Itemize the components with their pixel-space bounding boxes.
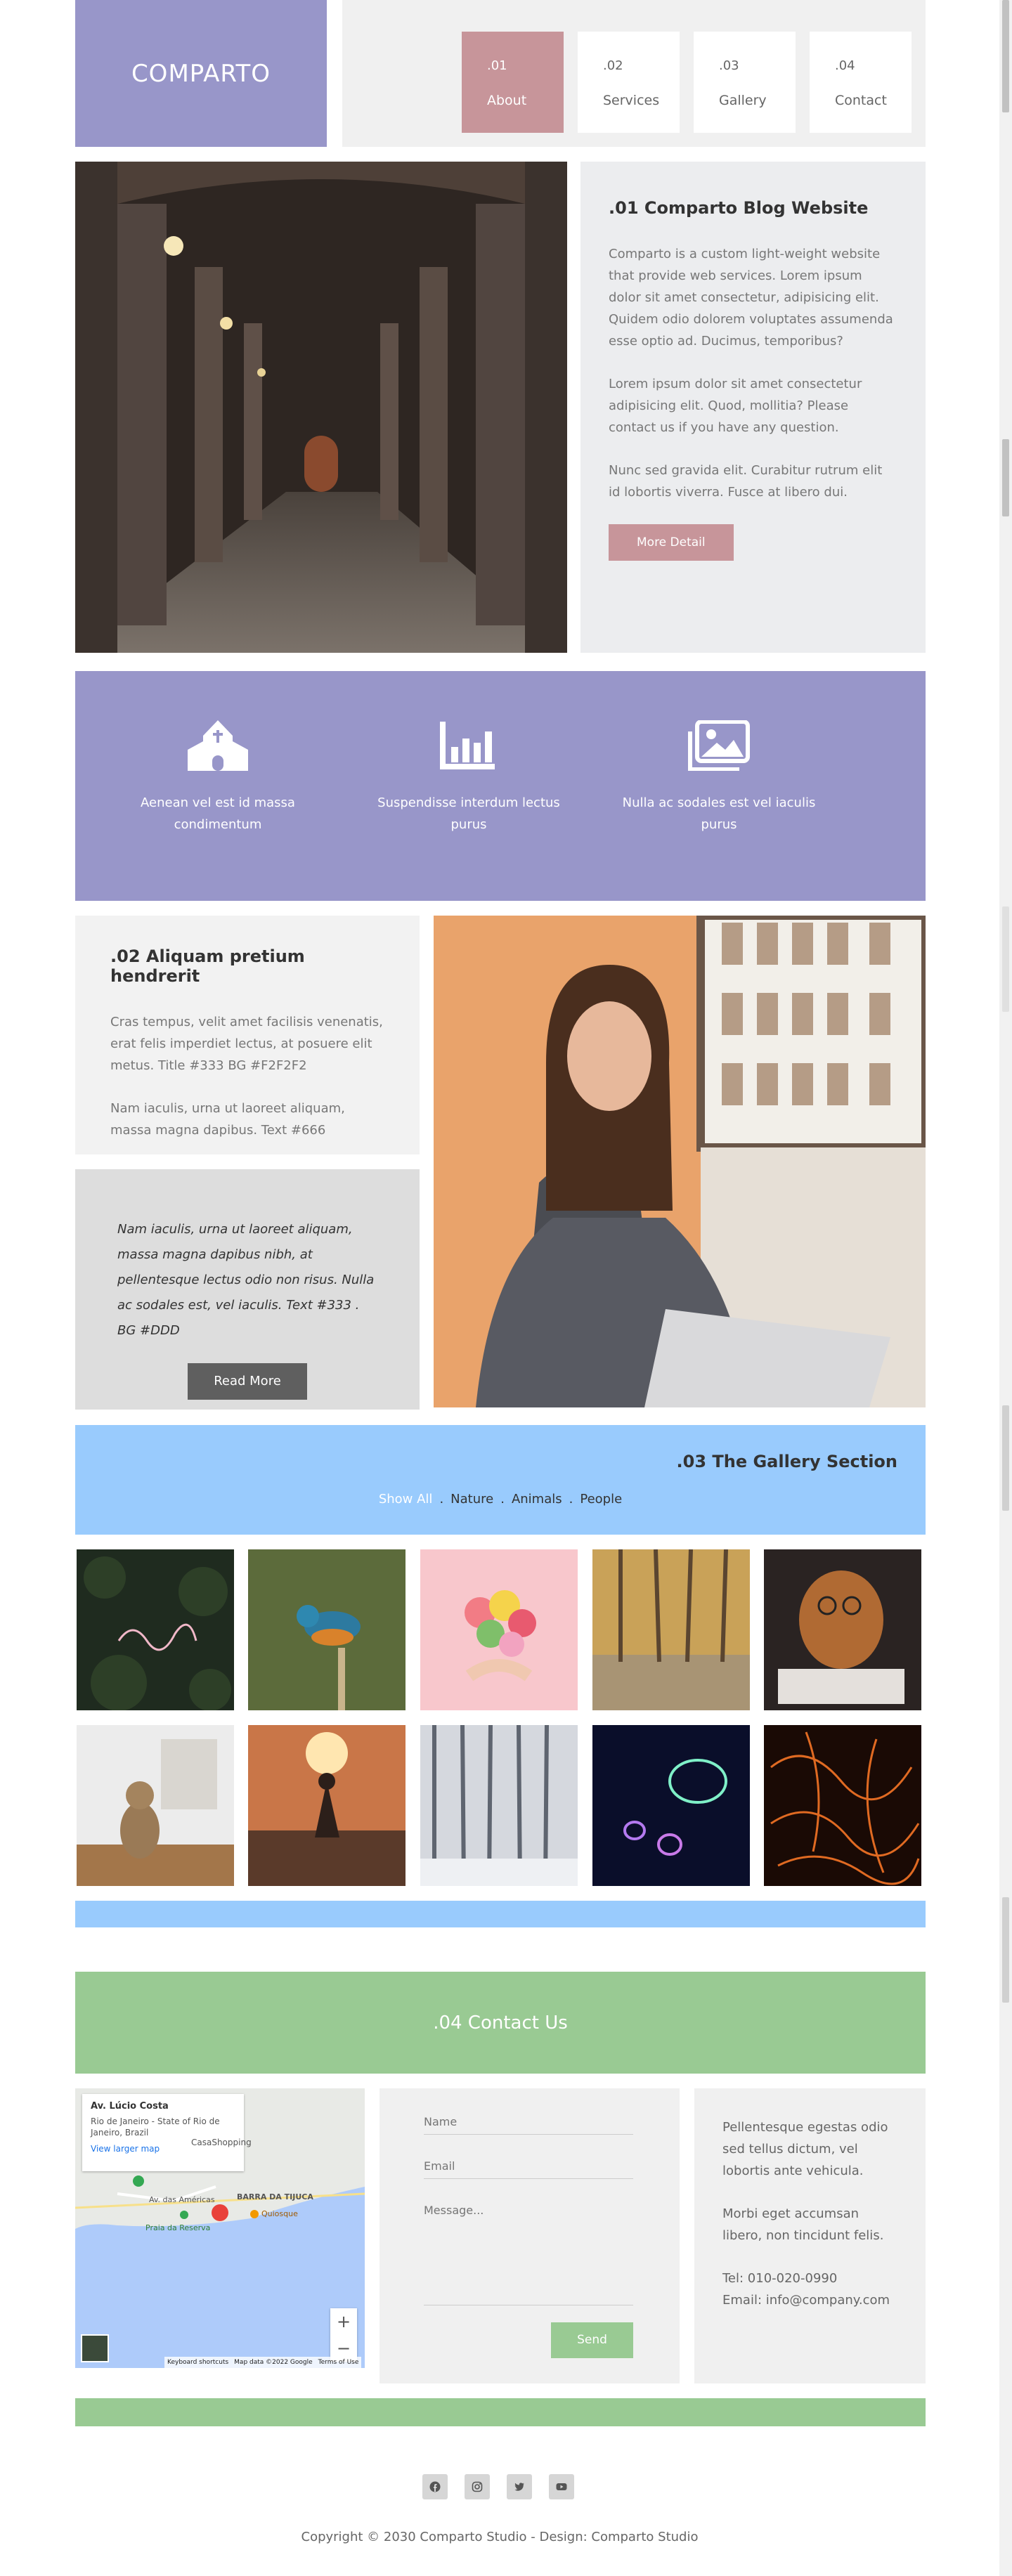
instagram-icon[interactable] [465,2474,490,2499]
services-title: .02 Aliquam pretium hendrerit [110,947,305,986]
contact-form: Send [379,2088,680,2383]
scrollbar-thumb[interactable] [1002,0,1009,112]
feature-text: Suspendisse interdum lectus purus [377,795,560,832]
map-zoom-controls: + − [330,2308,357,2362]
page-scrollbar[interactable] [999,0,1012,2576]
gallery-tile[interactable] [764,1725,921,1886]
message-field[interactable] [424,2204,633,2305]
filter-separator: . [439,1492,444,1507]
feature-text: Aenean vel est id massa condimentum [141,795,295,832]
feature-item: Suspendisse interdum lectus purus [363,720,574,835]
nav-number: .04 [835,58,855,73]
send-button[interactable]: Send [551,2322,633,2358]
contact-info-text: Morbi eget accumsan libero, non tincidun… [722,2206,884,2243]
gallery-tile[interactable] [248,1725,406,1886]
map-place-name: Av. Lúcio Costa [91,2101,169,2112]
features-band: Aenean vel est id massa condimentum Susp… [75,671,926,901]
feature-item: Aenean vel est id massa condimentum [112,720,323,835]
nav-number: .01 [487,58,507,73]
map-label: CasaShopping [191,2138,252,2147]
read-more-button[interactable]: Read More [188,1363,307,1400]
services-paragraph: Nam iaculis, urna ut laoreet aliquam, ma… [110,1101,345,1138]
map-footer-item[interactable]: Keyboard shortcuts [167,2357,228,2368]
nav-number: .02 [603,58,623,73]
about-paragraph: Nunc sed gravida elit. Curabitur rutrum … [609,463,883,500]
gallery-header: .03 The Gallery Section Show All. Nature.… [75,1425,926,1535]
google-map[interactable]: Av. Lúcio Costa Rio de Janeiro - State o… [75,2088,365,2368]
contact-phone: Tel: 010-020-0990 [722,2271,838,2286]
satellite-toggle[interactable] [81,2334,109,2362]
map-info-card: Av. Lúcio Costa Rio de Janeiro - State o… [82,2094,244,2171]
gallery-tile[interactable] [77,1725,234,1886]
facebook-icon[interactable] [422,2474,448,2499]
gallery-tile[interactable] [764,1549,921,1710]
map-footer-item: Map data ©2022 Google [234,2359,313,2366]
services-quote-card: Nam iaculis, urna ut laoreet aliquam, ma… [75,1169,420,1410]
gallery-tile[interactable] [592,1725,750,1886]
email-field[interactable] [424,2159,633,2179]
gallery-tile[interactable] [248,1549,406,1710]
name-field[interactable] [424,2115,633,2135]
images-icon [687,720,751,772]
about-title: .01 Comparto Blog Website [609,198,869,218]
contact-email: Email: info@company.com [722,2293,890,2308]
twitter-icon[interactable] [507,2474,532,2499]
map-footer: Keyboard shortcuts Map data ©2022 Google… [164,2357,362,2368]
church-icon [186,720,249,771]
nav-label: Services [603,93,660,108]
contact-footer-bar [75,2398,926,2426]
filter-people[interactable]: People [580,1492,622,1507]
copyright: Copyright © 2030 Comparto Studio - Desig… [301,2530,699,2544]
scrollbar-marker [1002,906,1009,1012]
filter-show-all[interactable]: Show All [379,1492,433,1507]
nav-contact[interactable]: .04 Contact [810,32,912,133]
scrollbar-marker [1002,439,1009,516]
zoom-in-button[interactable]: + [330,2308,357,2335]
map-footer-item[interactable]: Terms of Use [318,2357,359,2368]
gallery-tile[interactable] [77,1549,234,1710]
more-detail-button[interactable]: More Detail [609,524,734,561]
scrollbar-marker [1002,1405,1009,1511]
about-card: .01 Comparto Blog Website Comparto is a … [580,162,926,653]
nav-label: Gallery [719,93,767,108]
map-label: Av. das Américas [149,2195,215,2204]
map-address: Rio de Janeiro - State of Rio de Janeiro… [91,2116,220,2138]
gallery-footer-bar [75,1901,926,1927]
site-logo[interactable]: COMPARTO [75,0,327,147]
gallery-tile[interactable] [420,1725,578,1886]
about-paragraph: Lorem ipsum dolor sit amet consectetur a… [609,377,862,435]
nav-label: Contact [835,93,887,108]
feature-item: Nulla ac sodales est vel iaculis purus [614,720,824,835]
map-label: Quiosque [261,2209,298,2218]
services-paragraph: Cras tempus, velit amet facilisis venena… [110,1015,383,1073]
filter-animals[interactable]: Animals [512,1492,562,1507]
filter-separator: . [500,1492,505,1507]
feature-text: Nulla ac sodales est vel iaculis purus [622,795,816,832]
nav-label: About [487,93,527,108]
contact-info: Pellentesque egestas odio sed tellus dic… [694,2088,926,2383]
about-paragraph: Comparto is a custom light-weight websit… [609,247,893,349]
nav-gallery[interactable]: .03 Gallery [694,32,796,133]
youtube-icon[interactable] [549,2474,574,2499]
main-nav: .01 About .02 Services .03 Gallery .04 C… [342,0,926,147]
gallery-filters: Show All. Nature. Animals. People [75,1492,926,1507]
map-label: Praia da Reserva [145,2223,211,2232]
contact-info-text: Pellentesque egestas odio sed tellus dic… [722,2120,888,2178]
woman-laptop-image [434,916,926,1407]
nav-number: .03 [719,58,739,73]
filter-separator: . [569,1492,573,1507]
scrollbar-marker [1002,1897,1009,2003]
map-label: BARRA DA TIJUCA [237,2192,313,2201]
hero-image-arcade [75,162,567,653]
filter-nature[interactable]: Nature [450,1492,493,1507]
gallery-tile[interactable] [592,1549,750,1710]
nav-about[interactable]: .01 About [462,32,564,133]
contact-header: .04 Contact Us [75,1972,926,2074]
gallery-title: .03 The Gallery Section [676,1452,897,1471]
services-quote: Nam iaculis, urna ut laoreet aliquam, ma… [117,1222,375,1338]
bar-chart-icon [437,720,500,771]
nav-services[interactable]: .02 Services [578,32,680,133]
services-card: .02 Aliquam pretium hendrerit Cras tempu… [75,916,420,1154]
gallery-tile[interactable] [420,1549,578,1710]
